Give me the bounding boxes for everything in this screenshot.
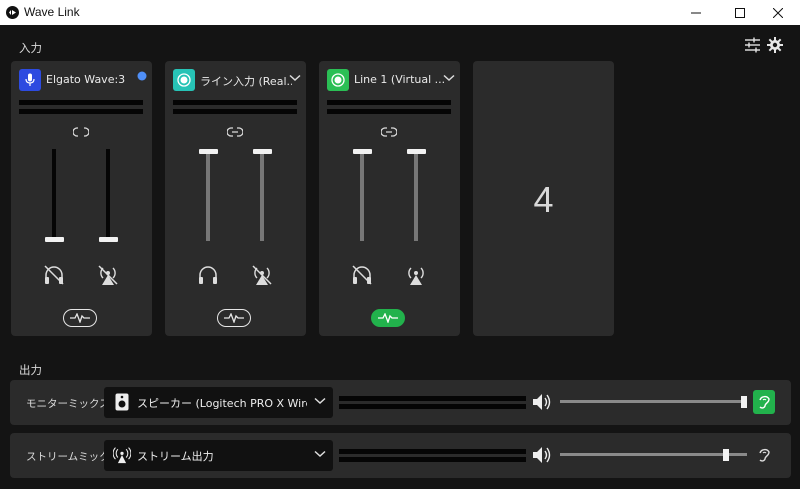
close-icon — [773, 7, 783, 18]
stream-level-meter-left — [339, 449, 526, 454]
effects-button-active[interactable] — [371, 309, 405, 327]
chevron-down-icon[interactable] — [289, 74, 301, 82]
title-bar: Wave Link — [0, 0, 800, 25]
monitor-mute-button[interactable] — [42, 263, 66, 287]
stream-mix-row: ストリームミックス ストリーム出力 — [10, 433, 791, 478]
headphones-muted-icon — [352, 265, 372, 285]
monitor-volume-thumb[interactable] — [353, 149, 372, 154]
stream-volume-slider[interactable] — [414, 149, 418, 241]
mixer-settings-button[interactable] — [745, 37, 760, 57]
wave-link-logo-icon — [6, 6, 19, 19]
chevron-down-icon — [314, 397, 326, 405]
broadcast-icon — [408, 267, 424, 285]
monitor-level-meter-right — [339, 404, 526, 409]
settings-button[interactable] — [767, 37, 783, 57]
line-input-icon — [327, 69, 349, 91]
monitor-level-meter — [173, 100, 297, 105]
broadcast-icon — [113, 446, 131, 464]
channel-header[interactable]: Elgato Wave:3 — [19, 69, 147, 91]
broadcast-muted-icon — [252, 265, 272, 285]
monitor-volume-thumb[interactable] — [45, 237, 64, 242]
monitor-level-meter — [327, 100, 451, 105]
headphones-icon — [199, 266, 217, 284]
stream-volume-thumb[interactable] — [253, 149, 272, 154]
input-channel-elgato: Elgato Wave:3 — [11, 61, 152, 336]
window-title: Wave Link — [24, 5, 80, 19]
monitor-device-name: スピーカー (Logitech PRO X Wireles... — [137, 397, 307, 410]
stream-mute-button[interactable] — [96, 263, 120, 287]
line-input-icon — [173, 69, 195, 91]
stream-volume-slider[interactable] — [560, 453, 747, 456]
stream-level-meter-right — [339, 457, 526, 462]
minimize-icon — [691, 12, 701, 13]
gear-icon — [767, 37, 783, 53]
volume-icon[interactable] — [532, 446, 552, 464]
channel-header[interactable]: ライン入力 (Real... — [173, 69, 301, 91]
monitor-volume-slider[interactable] — [52, 149, 56, 241]
volume-icon[interactable] — [532, 393, 552, 411]
waveform-icon — [224, 313, 244, 323]
broadcast-muted-icon — [98, 265, 118, 285]
stream-mute-button[interactable] — [250, 263, 274, 287]
monitor-mix-row: モニターミックス スピーカー (Logitech PRO X Wireles..… — [10, 380, 791, 425]
monitor-volume-slider[interactable] — [560, 400, 747, 403]
monitor-volume-slider[interactable] — [360, 149, 364, 241]
monitor-volume-thumb[interactable] — [199, 149, 218, 154]
link-icon[interactable] — [227, 127, 243, 137]
monitor-mute-button[interactable] — [350, 263, 374, 287]
monitor-volume-thumb[interactable] — [741, 396, 747, 408]
ear-icon — [759, 448, 770, 462]
stream-level-meter — [19, 109, 143, 114]
chevron-down-icon — [314, 450, 326, 458]
waveform-icon — [70, 313, 90, 323]
listen-button-active[interactable] — [753, 390, 775, 414]
mixer-settings-icon — [745, 37, 760, 53]
waveform-icon — [378, 313, 398, 323]
monitor-level-meter-left — [339, 396, 526, 401]
monitor-level-meter — [19, 100, 143, 105]
stream-mute-button[interactable] — [404, 263, 428, 287]
channel-header[interactable]: Line 1 (Virtual ... — [327, 69, 455, 91]
effects-button[interactable] — [63, 309, 97, 327]
ear-icon — [759, 395, 770, 409]
channel-name: ライン入力 (Real... — [200, 75, 292, 88]
effects-button[interactable] — [217, 309, 251, 327]
minimize-button[interactable] — [674, 0, 718, 25]
output-section-label: 出力 — [19, 363, 42, 377]
stream-level-meter — [327, 109, 451, 114]
monitor-device-select[interactable]: スピーカー (Logitech PRO X Wireles... — [104, 387, 333, 418]
stream-volume-thumb[interactable] — [99, 237, 118, 242]
empty-channel-slot[interactable]: 4 — [473, 61, 614, 336]
stream-level-meter — [173, 109, 297, 114]
stream-volume-thumb[interactable] — [407, 149, 426, 154]
maximize-icon — [735, 7, 745, 18]
input-channel-line-in: ライン入力 (Real... — [165, 61, 306, 336]
listen-button[interactable] — [753, 443, 775, 467]
speaker-icon — [113, 393, 131, 411]
channel-name: Line 1 (Virtual ... — [354, 73, 446, 86]
slot-number: 4 — [533, 179, 554, 220]
headphones-muted-icon — [44, 265, 64, 285]
stream-volume-slider[interactable] — [106, 149, 110, 241]
link-icon[interactable] — [381, 127, 397, 137]
monitor-mute-button[interactable] — [196, 263, 220, 287]
monitor-mix-label: モニターミックス — [26, 398, 110, 410]
microphone-icon — [19, 69, 41, 91]
stream-volume-slider[interactable] — [260, 149, 264, 241]
status-dot-icon — [137, 71, 147, 81]
input-section-label: 入力 — [19, 41, 42, 55]
channel-name: Elgato Wave:3 — [46, 73, 126, 86]
stream-device-name: ストリーム出力 — [137, 450, 214, 463]
stream-volume-thumb[interactable] — [723, 449, 729, 461]
chevron-down-icon[interactable] — [443, 74, 455, 82]
close-button[interactable] — [756, 0, 800, 25]
input-channel-line1-virtual: Line 1 (Virtual ... — [319, 61, 460, 336]
unlink-icon[interactable] — [73, 127, 89, 137]
monitor-volume-slider[interactable] — [206, 149, 210, 241]
stream-device-select[interactable]: ストリーム出力 — [104, 440, 333, 471]
